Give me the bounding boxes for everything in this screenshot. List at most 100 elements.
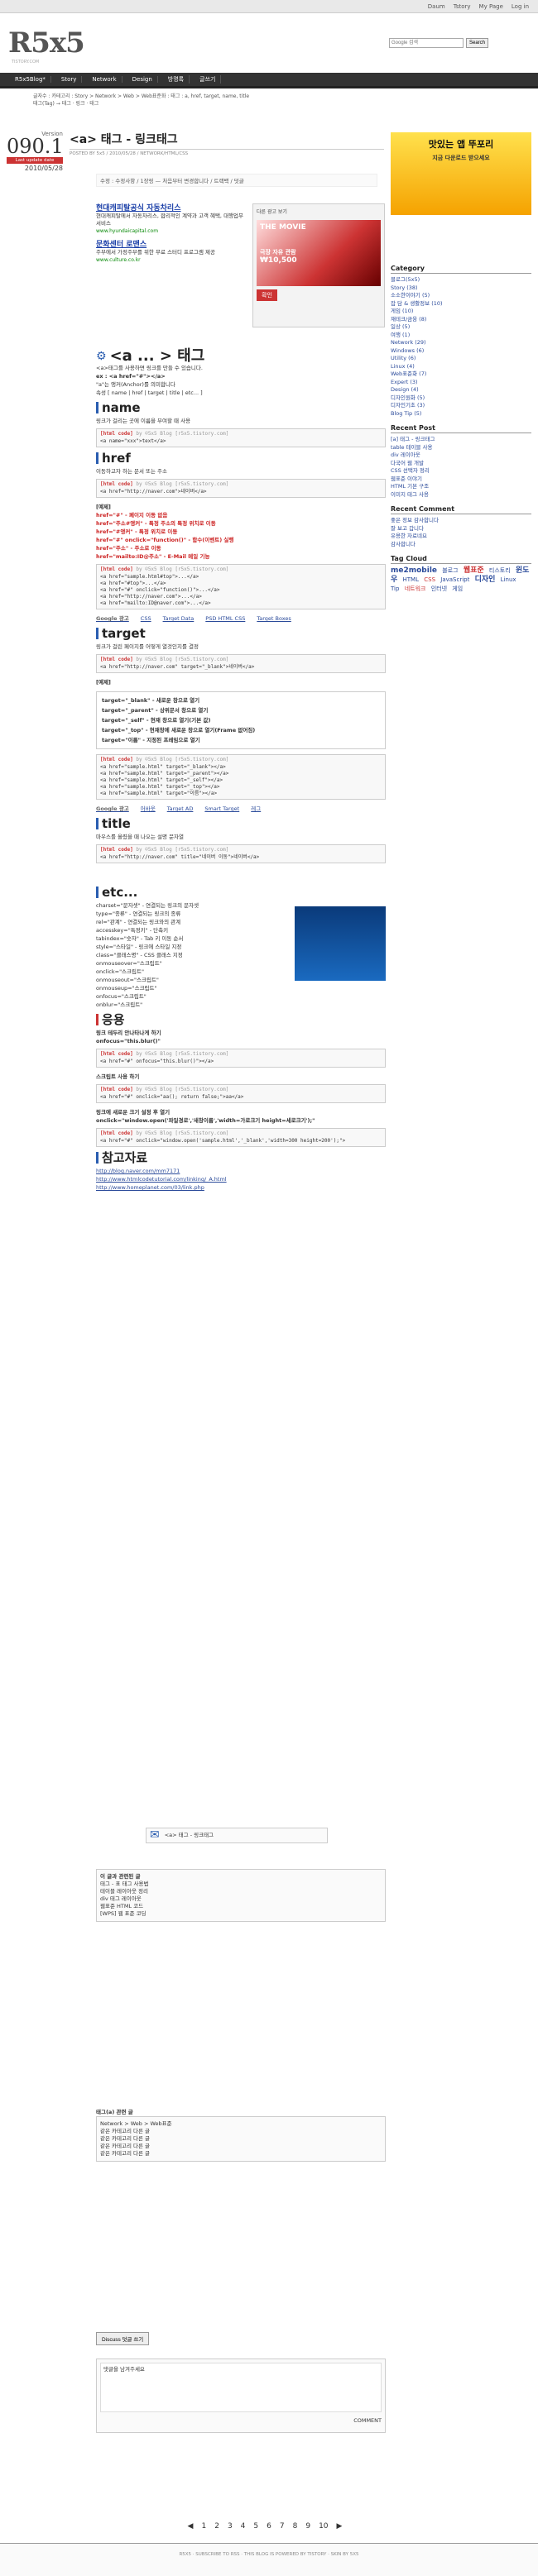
- category-item[interactable]: Expert (3): [391, 379, 531, 387]
- tag-item[interactable]: 티스토리: [489, 567, 511, 574]
- topbar-link-daum[interactable]: Daum: [425, 3, 448, 10]
- nav-item-blog[interactable]: R5x5Blog*: [10, 76, 51, 83]
- page-number[interactable]: 9: [305, 2522, 310, 2531]
- ad-headline-2[interactable]: 문화센터 로맨스: [96, 241, 245, 249]
- recent-comment-item[interactable]: 감사합니다: [391, 541, 531, 549]
- google-ad-link[interactable]: Target Data: [163, 614, 195, 623]
- topbar-link-login[interactable]: Log in: [509, 3, 531, 10]
- google-ad-link[interactable]: 레그: [251, 805, 261, 813]
- google-ad-link[interactable]: Target Boxes: [257, 614, 291, 623]
- tag-item[interactable]: 웹표준: [464, 566, 484, 575]
- tag-item[interactable]: HTML: [403, 576, 419, 583]
- recent-post-item[interactable]: HTML 기본 구조: [391, 483, 531, 491]
- page-number[interactable]: 1: [201, 2522, 206, 2531]
- recent-post-item[interactable]: table 테이블 사용: [391, 444, 531, 452]
- reference-link[interactable]: http://blog.naver.com/mm7171: [96, 1167, 386, 1175]
- google-ad-link[interactable]: 어바웃: [141, 805, 156, 813]
- recent-post-item[interactable]: 이미지 태그 사용: [391, 491, 531, 499]
- related-item[interactable]: 테이블 레이아웃 정리: [100, 1888, 382, 1895]
- page-number[interactable]: 4: [241, 2522, 246, 2531]
- site-logo[interactable]: R5x5: [8, 26, 85, 60]
- category-item[interactable]: 디자인기초 (3): [391, 402, 531, 410]
- tag-item[interactable]: JavaScript: [440, 576, 469, 583]
- recent-post-item[interactable]: CSS 선택자 정리: [391, 467, 531, 476]
- recent-post-item[interactable]: 웹표준 이야기: [391, 476, 531, 484]
- page-number[interactable]: 7: [280, 2522, 285, 2531]
- category-item[interactable]: Network (29): [391, 339, 531, 347]
- tag-item[interactable]: 네트워크: [405, 585, 426, 592]
- comment-submit[interactable]: COMMENT: [100, 2417, 382, 2425]
- trackback-item[interactable]: Network > Web > Web표준: [100, 2120, 382, 2128]
- page-number[interactable]: 8: [293, 2522, 298, 2531]
- tag-item[interactable]: 디자인: [475, 576, 496, 584]
- recent-comment-item[interactable]: 잘 보고 갑니다: [391, 525, 531, 533]
- banner-ad[interactable]: 다른 광고 보기 THE MOVIE 극장 자유 관람 ₩10,500 확인: [252, 203, 385, 327]
- ad-url-1[interactable]: www.hyundaicapital.com: [96, 227, 245, 235]
- category-item[interactable]: 소소한이야기 (5): [391, 292, 531, 300]
- tag-item[interactable]: Linux: [501, 576, 516, 583]
- page-number[interactable]: 6: [267, 2522, 271, 2531]
- nav-item-guestbook[interactable]: 방명록: [163, 75, 190, 84]
- search-button[interactable]: Search: [465, 38, 488, 48]
- reference-link[interactable]: http://www.homeplanet.com/03/link.php: [96, 1183, 386, 1192]
- category-item[interactable]: 블로그(5x5): [391, 276, 531, 284]
- trackback-item[interactable]: 같은 카테고리 다른 글: [100, 2135, 382, 2143]
- banner-ad-ok-button[interactable]: 확인: [257, 289, 277, 301]
- topbar-link-mypage[interactable]: My Page: [477, 3, 506, 10]
- google-ad-link[interactable]: PSD HTML CSS: [205, 614, 245, 623]
- tag-item[interactable]: Tip: [391, 585, 399, 592]
- category-item[interactable]: 재테크/금융 (8): [391, 316, 531, 324]
- nav-item-network[interactable]: Network: [87, 76, 122, 83]
- category-item[interactable]: Story (38): [391, 284, 531, 293]
- topbar-link-tistory[interactable]: Tstory: [451, 3, 473, 10]
- search-input[interactable]: [388, 38, 464, 48]
- google-ad-link[interactable]: Smart Target: [204, 805, 239, 813]
- tag-item[interactable]: me2mobile: [391, 566, 437, 575]
- post-tools[interactable]: 수정 : 수정사항 / 1장링 — 처음부터 변경합니다 / 트랙백 / 덧글: [96, 174, 377, 187]
- related-item[interactable]: [WPS] 웹 표준 코딩: [100, 1910, 382, 1918]
- discuss-button[interactable]: Discuss 덧글 쓰기: [96, 2332, 150, 2345]
- category-item[interactable]: 디자인원화 (5): [391, 394, 531, 403]
- tag-item[interactable]: CSS: [424, 576, 435, 583]
- tag-item[interactable]: 블로그: [442, 567, 458, 574]
- category-item[interactable]: Blog Tip (5): [391, 410, 531, 418]
- related-item[interactable]: 웹표준 HTML 코드: [100, 1903, 382, 1910]
- category-item[interactable]: Windows (6): [391, 347, 531, 356]
- trackback-item[interactable]: 같은 카테고리 다른 글: [100, 2150, 382, 2158]
- page-number[interactable]: 5: [253, 2522, 258, 2531]
- related-item[interactable]: div 태그 레이아웃: [100, 1895, 382, 1903]
- nav-item-story[interactable]: Story: [56, 76, 83, 83]
- page-prev[interactable]: ◀: [188, 2522, 194, 2531]
- ad-headline-1[interactable]: 현대캐피탈공식 자동차리스: [96, 205, 245, 213]
- related-item[interactable]: 태그 - 표 태그 사용법: [100, 1881, 382, 1888]
- category-item[interactable]: 여행 (1): [391, 332, 531, 340]
- recent-post-item[interactable]: [a] 태그 - 링크태그: [391, 436, 531, 444]
- category-item[interactable]: Utility (6): [391, 355, 531, 363]
- category-item[interactable]: Web표준화 (7): [391, 370, 531, 379]
- category-item[interactable]: 잡 담 & 생활정보 (10): [391, 300, 531, 308]
- page-number[interactable]: 3: [228, 2522, 233, 2531]
- trackback-item[interactable]: 같은 카테고리 다른 글: [100, 2143, 382, 2150]
- category-item[interactable]: Design (4): [391, 386, 531, 394]
- recent-post-item[interactable]: div 레이아웃: [391, 452, 531, 460]
- recent-comment-item[interactable]: 유용한 자료네요: [391, 533, 531, 541]
- ad-url-2[interactable]: www.culture.co.kr: [96, 256, 245, 264]
- tag-item[interactable]: 게임: [452, 585, 463, 592]
- page-next[interactable]: ▶: [337, 2522, 343, 2531]
- category-item[interactable]: Linux (4): [391, 363, 531, 371]
- recent-comment-item[interactable]: 좋은 정보 감사합니다: [391, 517, 531, 525]
- nav-item-write[interactable]: 글쓰기: [195, 75, 222, 84]
- trackback-item[interactable]: 같은 카테고리 다른 글: [100, 2128, 382, 2135]
- citi-ad-image[interactable]: [295, 906, 386, 981]
- page-number[interactable]: 2: [214, 2522, 219, 2531]
- recent-post-item[interactable]: 다국어 웹 개발: [391, 460, 531, 468]
- share-widget[interactable]: ✉ <a> 태그 - 링크태그: [146, 1828, 328, 1843]
- category-item[interactable]: 일상 (5): [391, 323, 531, 332]
- category-item[interactable]: 게임 (10): [391, 308, 531, 316]
- nav-item-design[interactable]: Design: [127, 76, 158, 83]
- page-number[interactable]: 10: [319, 2522, 328, 2531]
- sidebar-ad[interactable]: 맛있는 앱 뚜포리 지금 다운로드 받으세요: [391, 132, 531, 215]
- google-ad-link[interactable]: CSS: [141, 614, 151, 623]
- comment-textarea[interactable]: 댓글을 남겨주세요: [100, 2363, 382, 2412]
- google-ad-link[interactable]: Target AD: [167, 805, 194, 813]
